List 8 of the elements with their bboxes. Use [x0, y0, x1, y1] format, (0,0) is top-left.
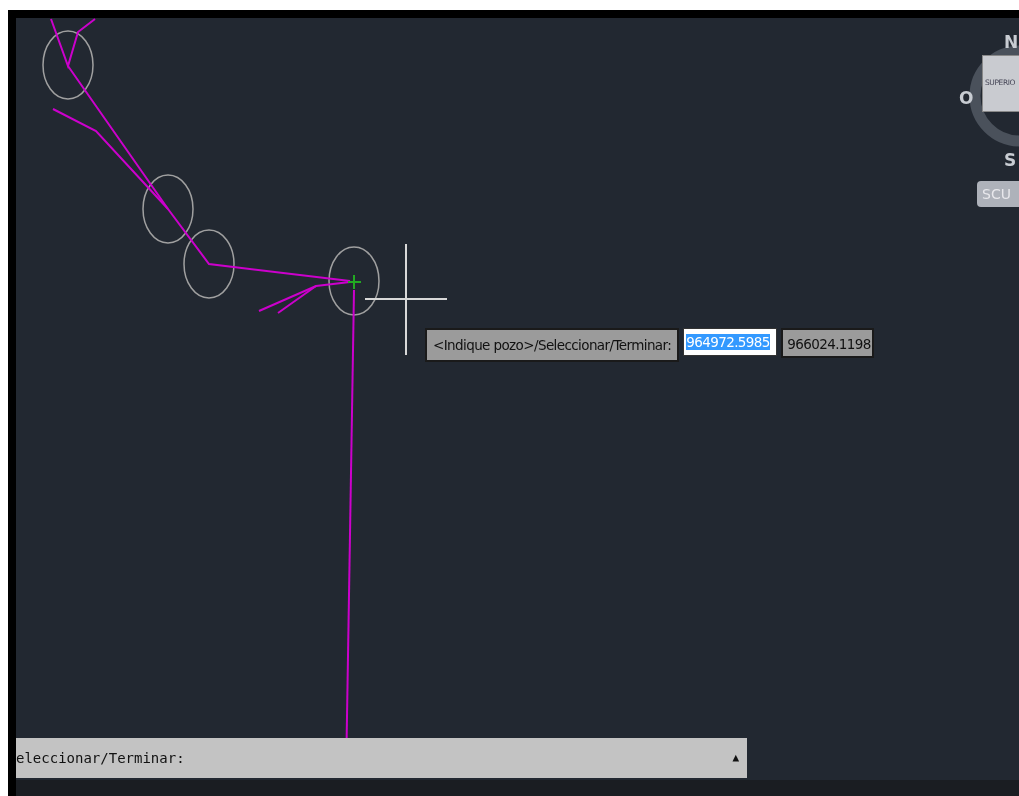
- compass-label: S: [1004, 149, 1017, 172]
- input-field[interactable]: 966024.1198: [781, 328, 875, 358]
- compass-label: N: [1004, 31, 1019, 54]
- compass-label: O: [959, 87, 974, 110]
- snap-marker-icon: [347, 274, 362, 290]
- expand-button[interactable]: ▲: [732, 749, 739, 767]
- command-text: eleccionar/Terminar:: [16, 748, 185, 768]
- prompt-tooltip: <Indique pozo>/Seleccionar/Terminar:: [425, 328, 680, 362]
